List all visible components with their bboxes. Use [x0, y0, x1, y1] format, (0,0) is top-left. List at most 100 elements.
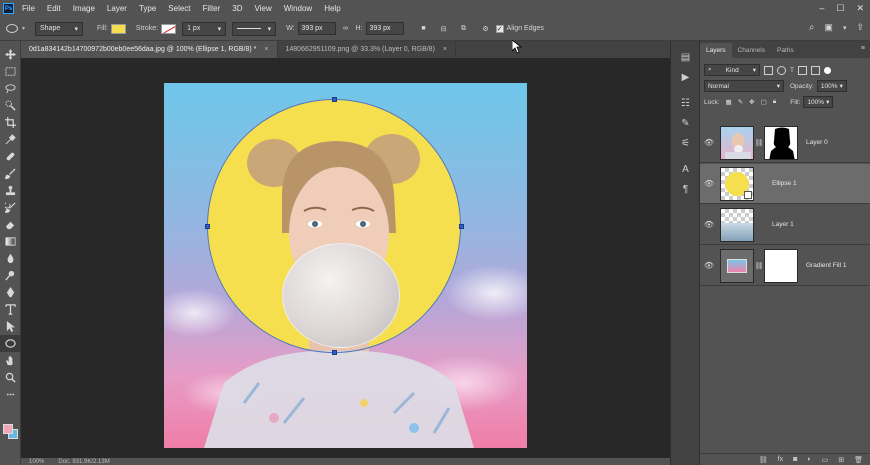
- layer-filter-select[interactable]: ⌕ Kind ▾: [704, 64, 760, 76]
- lock-image-icon[interactable]: ✎: [738, 98, 743, 106]
- anchor-point-top[interactable]: [332, 97, 337, 102]
- link-icon[interactable]: ∞: [340, 23, 352, 35]
- panel-menu-icon[interactable]: ≡: [861, 45, 865, 52]
- character-panel-icon[interactable]: A: [671, 159, 700, 179]
- ellipse-tool-icon[interactable]: [6, 24, 18, 33]
- menu-layer[interactable]: Layer: [107, 4, 127, 13]
- layer-mask-thumbnail[interactable]: [764, 248, 798, 283]
- tab-document-1[interactable]: 0d1a834142b14700972b00eb0ee56daa.jpg @ 1…: [21, 41, 278, 58]
- adjustment-layer-icon[interactable]: ◐: [807, 456, 811, 463]
- crop-icon[interactable]: [0, 114, 21, 131]
- width-input[interactable]: 393 px: [297, 22, 336, 35]
- menu-view[interactable]: View: [255, 4, 272, 13]
- eyedropper-icon[interactable]: [0, 131, 21, 148]
- actions-panel-icon[interactable]: ▶: [671, 67, 700, 87]
- search-icon[interactable]: ⌕: [809, 22, 815, 33]
- link-icon[interactable]: ⛓: [754, 262, 764, 270]
- marquee-icon[interactable]: [0, 63, 21, 80]
- workspace-icon[interactable]: ▣: [824, 22, 833, 33]
- menu-filter[interactable]: Filter: [203, 4, 221, 13]
- new-layer-icon[interactable]: ⊞: [838, 456, 844, 464]
- zoom-level[interactable]: 100%: [29, 459, 44, 465]
- healing-icon[interactable]: [0, 148, 21, 165]
- history-panel-icon[interactable]: ▤: [671, 47, 700, 67]
- fill-opacity-input[interactable]: 100% ▾: [803, 96, 834, 108]
- link-layers-icon[interactable]: ⛓: [759, 456, 768, 464]
- lock-position-icon[interactable]: ✥: [749, 98, 754, 106]
- layer-row[interactable]: 👁︎ ⛓ Layer 0: [700, 123, 870, 163]
- maximize-icon[interactable]: ☐: [836, 3, 844, 14]
- tab-paths[interactable]: Paths: [771, 43, 800, 58]
- filter-smart-object-icon[interactable]: [810, 65, 820, 75]
- tool-mode-select[interactable]: Shape ▾: [35, 21, 84, 36]
- brush-icon[interactable]: [0, 165, 21, 182]
- filter-type-icon[interactable]: T: [790, 67, 794, 74]
- move-icon[interactable]: [0, 46, 21, 63]
- lock-all-icon[interactable]: 🔒︎: [773, 98, 776, 106]
- type-icon[interactable]: [0, 301, 21, 318]
- add-mask-icon[interactable]: ◙: [793, 456, 797, 463]
- ellipse-icon[interactable]: [0, 335, 21, 352]
- brush-settings-panel-icon[interactable]: ✎: [671, 113, 700, 133]
- eye-icon[interactable]: 👁︎: [700, 246, 718, 286]
- path-alignment-icon[interactable]: ⊟: [438, 23, 450, 35]
- quick-select-icon[interactable]: [0, 97, 21, 114]
- anchor-point-left[interactable]: [205, 224, 210, 229]
- lock-transparent-icon[interactable]: ▦: [726, 98, 732, 106]
- eye-icon[interactable]: 👁︎: [700, 164, 718, 204]
- gear-icon[interactable]: ⚙: [480, 23, 492, 35]
- dodge-icon[interactable]: [0, 267, 21, 284]
- layer-row[interactable]: 👁︎ Layer 1: [700, 205, 870, 245]
- chevron-down-icon[interactable]: ▾: [843, 24, 847, 32]
- eye-icon[interactable]: 👁︎: [700, 123, 718, 163]
- filter-shape-icon[interactable]: [797, 65, 807, 75]
- clone-stamp-icon[interactable]: [0, 182, 21, 199]
- eye-icon[interactable]: 👁︎: [700, 205, 718, 245]
- fx-icon[interactable]: fx: [778, 456, 783, 463]
- foreground-color-swatch[interactable]: [3, 424, 13, 434]
- close-icon[interactable]: ×: [443, 46, 447, 53]
- menu-type[interactable]: Type: [139, 4, 156, 13]
- trash-icon[interactable]: 🗑︎: [854, 456, 863, 464]
- fill-color-swatch[interactable]: [110, 23, 126, 34]
- lock-artboard-icon[interactable]: ▢: [761, 98, 767, 106]
- menu-edit[interactable]: Edit: [47, 4, 61, 13]
- close-icon[interactable]: ✕: [856, 3, 864, 14]
- tab-document-2[interactable]: 1480662951109.png @ 33.3% (Layer 0, RGB/…: [278, 41, 457, 58]
- history-brush-icon[interactable]: [0, 199, 21, 216]
- tab-layers[interactable]: Layers: [700, 43, 732, 58]
- hand-icon[interactable]: [0, 352, 21, 369]
- filter-adjustment-icon[interactable]: [777, 65, 786, 75]
- stroke-color-swatch[interactable]: [161, 23, 177, 34]
- close-icon[interactable]: ×: [264, 46, 268, 53]
- anchor-point-right[interactable]: [459, 224, 464, 229]
- menu-file[interactable]: File: [22, 4, 35, 13]
- anchor-point-bottom[interactable]: [332, 350, 337, 355]
- path-operations-icon[interactable]: ■: [418, 23, 430, 35]
- eraser-icon[interactable]: [0, 216, 21, 233]
- new-group-icon[interactable]: ▭: [822, 456, 829, 464]
- menu-image[interactable]: Image: [73, 4, 95, 13]
- filter-pixel-icon[interactable]: [764, 65, 773, 75]
- menu-window[interactable]: Window: [284, 4, 312, 13]
- canvas-workspace[interactable]: [21, 58, 670, 458]
- menu-select[interactable]: Select: [168, 4, 190, 13]
- document-canvas[interactable]: [164, 83, 527, 448]
- stroke-type-select[interactable]: ▾: [232, 21, 277, 36]
- path-arrangement-icon[interactable]: ⧉: [458, 23, 470, 35]
- filter-toggle-icon[interactable]: [823, 66, 831, 74]
- height-input[interactable]: 393 px: [365, 22, 404, 35]
- zoom-icon[interactable]: [0, 369, 21, 386]
- blur-icon[interactable]: [0, 250, 21, 267]
- menu-3d[interactable]: 3D: [232, 4, 242, 13]
- adjustments-panel-icon[interactable]: ☷: [671, 93, 700, 113]
- opacity-input[interactable]: 100% ▾: [816, 80, 847, 92]
- menu-help[interactable]: Help: [324, 4, 340, 13]
- path-select-icon[interactable]: [0, 318, 21, 335]
- layer-row[interactable]: 👁︎ Ellipse 1: [700, 164, 870, 204]
- link-icon[interactable]: ⛓: [754, 139, 764, 147]
- stroke-width-input[interactable]: 1 px ▾: [182, 21, 227, 36]
- blend-mode-select[interactable]: Normal ▾: [704, 80, 784, 92]
- lasso-icon[interactable]: [0, 80, 21, 97]
- layer-mask-thumbnail[interactable]: [764, 125, 798, 160]
